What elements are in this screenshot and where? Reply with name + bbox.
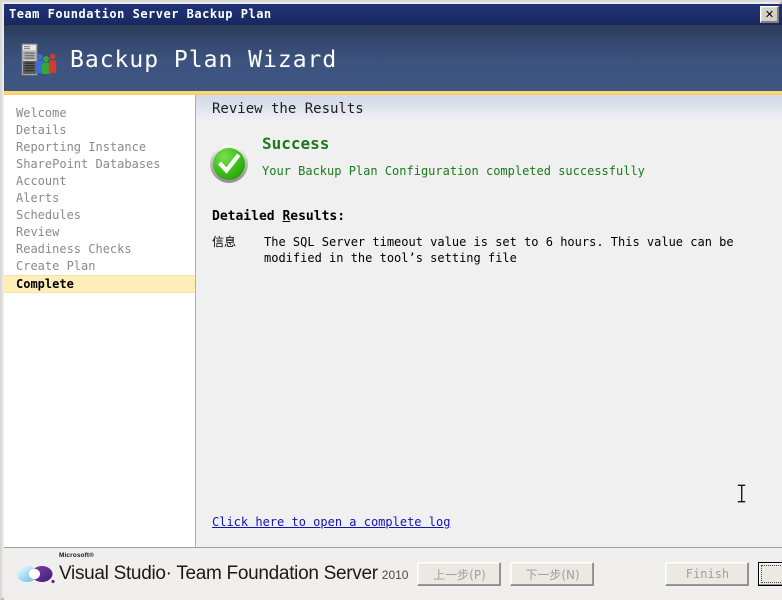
finish-button[interactable]: Finish	[665, 562, 750, 586]
content-header: Review the Results	[196, 95, 782, 123]
result-message: The SQL Server timeout value is set to 6…	[264, 235, 734, 265]
wizard-banner: Backup Plan Wizard	[4, 25, 782, 95]
green-check-circle-icon	[210, 145, 248, 183]
content-pane: Review the Results Success Your Backup P…	[196, 95, 782, 547]
sidebar-item-alerts[interactable]: Alerts	[4, 190, 195, 207]
footer-bar: Microsoft® Visual Studio· Team Foundatio…	[4, 547, 782, 600]
visual-studio-wordmark: Microsoft® Visual Studio· Team Foundatio…	[59, 552, 409, 585]
window-title: Team Foundation Server Backup Plan	[9, 7, 272, 21]
microsoft-label: Microsoft®	[59, 552, 95, 559]
status-message: Your Backup Plan Configuration completed…	[262, 164, 645, 178]
wizard-button-bar: 上一步(P) 下一步(N) Finish Close	[408, 562, 782, 586]
sidebar-item-details[interactable]: Details	[4, 122, 195, 139]
title-bar: Team Foundation Server Backup Plan ✕	[4, 4, 782, 25]
result-severity: 信息	[212, 235, 237, 249]
previous-button-label: 上一步(P)	[433, 567, 486, 582]
close-icon[interactable]: ✕	[760, 6, 779, 23]
sidebar-item-reporting-instance[interactable]: Reporting Instance	[4, 139, 195, 156]
table-row: 信息 The SQL Server timeout value is set t…	[196, 234, 782, 266]
focus-ring	[761, 565, 782, 583]
product-year: 2010	[381, 568, 409, 582]
page-title: Review the Results	[212, 101, 364, 117]
sidebar-item-schedules[interactable]: Schedules	[4, 207, 195, 224]
next-button-label: 下一步(N)	[525, 567, 580, 582]
close-glyph: ✕	[764, 8, 775, 21]
detailed-results-heading: Detailed Results:	[196, 209, 782, 224]
open-complete-log-link[interactable]: Click here to open a complete log	[212, 515, 450, 529]
detailed-results-heading-part1: Detailed	[212, 209, 283, 224]
sidebar-item-sharepoint-databases[interactable]: SharePoint Databases	[4, 156, 195, 173]
sidebar-item-review[interactable]: Review	[4, 224, 195, 241]
server-people-icon	[18, 40, 58, 80]
status-title: Success	[262, 134, 330, 153]
sidebar-item-account[interactable]: Account	[4, 173, 195, 190]
next-button[interactable]: 下一步(N)	[510, 562, 595, 586]
product-name: Visual Studio· Team Foundation Server	[59, 563, 378, 584]
sidebar-item-readiness-checks[interactable]: Readiness Checks	[4, 241, 195, 258]
status-text-group: Success Your Backup Plan Configuration c…	[248, 134, 645, 179]
close-button[interactable]: Close	[758, 562, 782, 586]
banner-title: Backup Plan Wizard	[70, 47, 338, 73]
app-root: Team Foundation Server Backup Plan ✕ Bac…	[0, 0, 782, 600]
text-cursor-icon	[737, 484, 746, 503]
sidebar-item-create-plan[interactable]: Create Plan	[4, 258, 195, 275]
status-block: Success Your Backup Plan Configuration c…	[196, 123, 782, 183]
infinity-icon	[16, 563, 56, 585]
wizard-steps-sidebar: Welcome Details Reporting Instance Share…	[4, 95, 196, 547]
sidebar-item-welcome[interactable]: Welcome	[4, 105, 195, 122]
wizard-window: Team Foundation Server Backup Plan ✕ Bac…	[0, 0, 782, 600]
finish-button-label: Finish	[685, 567, 730, 581]
body-area: Welcome Details Reporting Instance Share…	[4, 95, 782, 547]
sidebar-item-complete[interactable]: Complete	[4, 275, 195, 293]
visual-studio-logo: Microsoft® Visual Studio· Team Foundatio…	[16, 552, 409, 585]
previous-button[interactable]: 上一步(P)	[417, 562, 502, 586]
detailed-results-heading-part2: esults:	[290, 209, 346, 224]
